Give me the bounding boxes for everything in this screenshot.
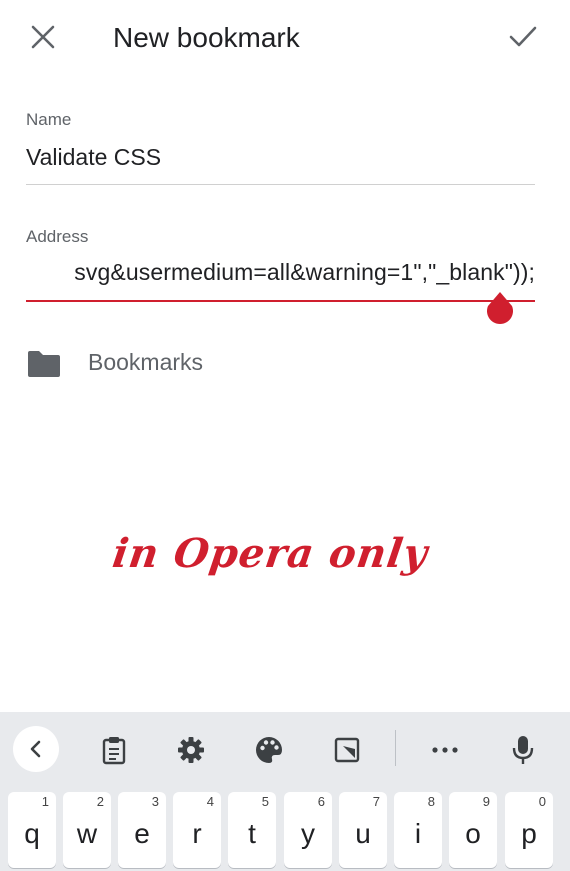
- keyboard-row-top: 1q 2w 3e 4r 5t 6y 7u 8i 9o 0p: [0, 792, 570, 868]
- key-hint: 5: [261, 794, 269, 809]
- key-hint: 0: [538, 794, 546, 809]
- name-input[interactable]: [26, 141, 535, 173]
- address-input[interactable]: svg&usermedium=all&warning=1","_blank"))…: [26, 256, 535, 292]
- key-hint: 9: [482, 794, 490, 809]
- key-label: i: [414, 818, 422, 849]
- keyboard-back-button[interactable]: [13, 726, 59, 772]
- key-label: o: [465, 818, 481, 849]
- key-label: q: [24, 818, 40, 849]
- theme-button[interactable]: [249, 730, 289, 770]
- key-e[interactable]: 3e: [118, 792, 166, 868]
- key-hint: 6: [317, 794, 325, 809]
- key-hint: 8: [427, 794, 435, 809]
- key-w[interactable]: 2w: [63, 792, 111, 868]
- folder-selector[interactable]: Bookmarks: [0, 335, 570, 393]
- gear-icon: [178, 737, 204, 763]
- palette-icon: [256, 737, 282, 763]
- key-o[interactable]: 9o: [449, 792, 497, 868]
- name-underline: [26, 184, 535, 185]
- key-hint: 4: [206, 794, 214, 809]
- text-cursor-handle[interactable]: [483, 290, 517, 326]
- key-p[interactable]: 0p: [505, 792, 553, 868]
- mic-icon: [512, 736, 534, 764]
- close-icon: [31, 25, 55, 49]
- address-value: svg&usermedium=all&warning=1","_blank"))…: [74, 259, 535, 285]
- more-button[interactable]: [425, 730, 465, 770]
- key-hint: 7: [372, 794, 380, 809]
- clipboard-button[interactable]: [94, 730, 134, 770]
- key-label: t: [248, 818, 256, 849]
- chevron-left-icon: [30, 740, 41, 758]
- resize-icon: [334, 737, 360, 763]
- page-title: New bookmark: [113, 22, 300, 53]
- more-icon: [432, 747, 458, 753]
- key-label: y: [301, 818, 315, 849]
- key-r[interactable]: 4r: [173, 792, 221, 868]
- key-label: p: [521, 818, 537, 849]
- address-underline: [26, 300, 535, 302]
- key-hint: 2: [96, 794, 104, 809]
- save-button[interactable]: [502, 16, 544, 58]
- folder-label: Bookmarks: [88, 349, 204, 375]
- key-y[interactable]: 6y: [284, 792, 332, 868]
- key-t[interactable]: 5t: [228, 792, 276, 868]
- settings-button[interactable]: [171, 730, 211, 770]
- key-label: e: [134, 818, 150, 849]
- keyboard-toolbar: [0, 712, 570, 786]
- key-label: w: [76, 818, 98, 849]
- name-label: Name: [26, 110, 72, 129]
- close-button[interactable]: [22, 16, 64, 58]
- soft-keyboard: 1q 2w 3e 4r 5t 6y 7u 8i 9o 0p: [0, 712, 570, 871]
- address-label: Address: [26, 227, 89, 246]
- key-hint: 1: [41, 794, 49, 809]
- key-hint: 3: [151, 794, 159, 809]
- key-i[interactable]: 8i: [394, 792, 442, 868]
- app-bar: New bookmark: [0, 0, 570, 78]
- toolbar-divider: [395, 730, 396, 766]
- key-q[interactable]: 1q: [8, 792, 56, 868]
- key-label: u: [355, 818, 371, 849]
- voice-input-button[interactable]: [503, 730, 543, 770]
- annotation-text: in Opera only: [109, 530, 431, 577]
- check-icon: [509, 26, 537, 47]
- resize-keyboard-button[interactable]: [327, 730, 367, 770]
- key-label: r: [192, 818, 202, 849]
- key-u[interactable]: 7u: [339, 792, 387, 868]
- clipboard-icon: [102, 737, 126, 765]
- folder-icon: [28, 351, 60, 377]
